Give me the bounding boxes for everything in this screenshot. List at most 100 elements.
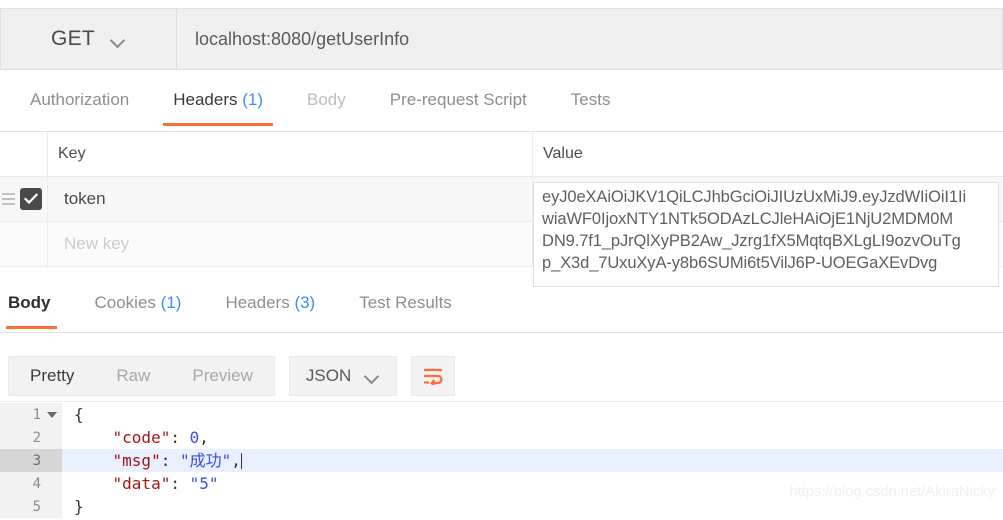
tab-tests[interactable]: Tests: [549, 82, 633, 126]
format-mode-preview[interactable]: Preview: [171, 357, 273, 395]
response-tab-body-label: Body: [8, 293, 51, 312]
response-tab-headers[interactable]: Headers (3): [203, 287, 337, 329]
tab-authorization[interactable]: Authorization: [8, 82, 151, 126]
line-number: 2: [32, 429, 41, 446]
response-tab-test-results-label: Test Results: [359, 293, 452, 312]
new-header-key-input[interactable]: New key: [48, 222, 533, 266]
line-number: 5: [32, 498, 41, 515]
code-token-key: "code": [112, 428, 171, 447]
response-tab-test-results[interactable]: Test Results: [337, 287, 474, 329]
tab-tests-label: Tests: [570, 90, 611, 109]
column-header-key-label: Key: [58, 145, 86, 162]
http-method-selector[interactable]: GET: [0, 8, 177, 70]
code-token: }: [74, 497, 84, 516]
fold-placeholder: [47, 456, 56, 465]
http-method-label: GET: [50, 27, 96, 50]
response-tab-body[interactable]: Body: [0, 287, 73, 329]
line-number: 1: [32, 406, 41, 423]
token-line-3: DN9.7f1_pJrQlXyPB2Aw_Jzrg1fX5MqtqBXLgLI9…: [542, 232, 961, 250]
code-line-content: }: [62, 495, 84, 518]
tab-headers-count: (1): [242, 90, 264, 109]
code-line-content: "code": 0,: [62, 426, 209, 449]
header-value-textarea-popup[interactable]: eyJ0eXAiOiJKV1QiLCJhbGciOiJIUzUxMiJ9.eyJ…: [533, 182, 999, 287]
code-token-comma: ,: [199, 428, 209, 447]
code-token-value: "5": [189, 474, 219, 493]
drag-handle-icon[interactable]: [2, 193, 15, 205]
fold-placeholder: [47, 502, 56, 511]
code-token-comma: ,: [231, 451, 241, 470]
tab-pre-request-script-label: Pre-request Script: [389, 90, 527, 109]
line-number-gutter: 4: [0, 472, 62, 495]
response-format-toolbar: Pretty Raw Preview JSON: [0, 350, 1003, 402]
response-tab-cookies-label: Cookies: [94, 293, 156, 312]
request-tabs: Authorization Headers (1) Body Pre-reque…: [0, 82, 1003, 132]
code-token-colon: :: [170, 474, 190, 493]
header-key-input[interactable]: token: [48, 177, 533, 221]
tab-headers[interactable]: Headers (1): [151, 82, 285, 126]
new-header-key-placeholder: New key: [64, 234, 130, 253]
line-number: 3: [32, 452, 41, 469]
response-tab-headers-count: (3): [294, 293, 316, 312]
code-token-colon: :: [160, 451, 180, 470]
format-mode-raw[interactable]: Raw: [95, 357, 171, 395]
code-token-value: 0: [189, 428, 200, 447]
response-tabs: Body Cookies (1) Headers (3) Test Result…: [0, 287, 1003, 333]
column-header-value: Value: [533, 132, 1003, 177]
token-line-1: eyJ0eXAiOiJKV1QiLCJhbGciOiJIUzUxMiJ9.eyJ…: [542, 188, 967, 206]
word-wrap-toggle[interactable]: [411, 355, 456, 396]
code-line: 3 "msg": "成功",: [0, 449, 1003, 472]
code-token-key: "data": [112, 474, 171, 493]
tab-headers-label: Headers: [173, 90, 238, 109]
code-token-key: "msg": [112, 451, 161, 470]
tab-authorization-label: Authorization: [30, 90, 130, 109]
content-type-selector[interactable]: JSON: [288, 355, 398, 396]
format-mode-group: Pretty Raw Preview: [8, 355, 275, 396]
line-number-gutter: 2: [0, 426, 62, 449]
format-mode-pretty-label: Pretty: [30, 365, 75, 385]
tab-body[interactable]: Body: [285, 82, 368, 126]
format-mode-pretty[interactable]: Pretty: [9, 357, 95, 395]
response-body-code-viewer[interactable]: 1 { 2 "code": 0, 3 "msg": "成功", 4 "data"…: [0, 403, 1003, 520]
fold-placeholder: [47, 433, 56, 442]
format-mode-raw-label: Raw: [116, 365, 151, 385]
postman-window: GET localhost:8080/getUserInfo Authoriza…: [0, 0, 1003, 520]
line-number-gutter: 3: [0, 449, 62, 472]
column-header-key: Key: [48, 131, 533, 177]
text-caret: [240, 453, 242, 469]
format-mode-preview-label: Preview: [192, 365, 253, 385]
code-line-content: {: [62, 403, 84, 426]
code-token: {: [74, 405, 84, 424]
response-tab-cookies-count: (1): [160, 293, 182, 312]
content-type-label: JSON: [305, 365, 352, 385]
column-header-value-label: Value: [543, 145, 583, 162]
token-line-2: wiaWF0IjoxNTY1NTk5ODAzLCJleHAiOjE1NjU2MD…: [542, 210, 954, 228]
row-enabled-checkbox[interactable]: [20, 188, 42, 210]
code-token-value: "成功": [179, 451, 232, 470]
line-number-gutter: 1: [0, 403, 62, 426]
checkmark-icon: [24, 193, 38, 205]
headers-table-gutter: [0, 131, 48, 177]
request-url-bar: GET localhost:8080/getUserInfo: [0, 8, 1003, 70]
headers-table-header: Key Value: [0, 131, 1003, 177]
response-tab-cookies[interactable]: Cookies (1): [73, 287, 204, 329]
response-tab-headers-label: Headers: [225, 293, 290, 312]
code-line-content: "msg": "成功",: [62, 449, 242, 472]
watermark: https://blog.csdn.net/AkiraNicky: [789, 484, 995, 500]
header-key-value: token: [64, 189, 106, 208]
tab-pre-request-script[interactable]: Pre-request Script: [368, 82, 549, 126]
url-value: localhost:8080/getUserInfo: [195, 28, 410, 49]
line-number: 4: [32, 475, 41, 492]
tab-body-label: Body: [307, 90, 346, 109]
chevron-down-icon: [111, 35, 126, 44]
chevron-down-icon: [365, 371, 380, 380]
token-line-4: p_X3d_7UxuXyA-y8b6SUMi6t5VilJ6P-UOEGaXEv…: [542, 254, 938, 272]
code-line: 2 "code": 0,: [0, 426, 1003, 449]
code-token-colon: :: [170, 428, 190, 447]
fold-toggle-icon[interactable]: [47, 410, 57, 419]
line-number-gutter: 5: [0, 495, 62, 518]
url-input[interactable]: localhost:8080/getUserInfo: [177, 8, 1003, 70]
code-line: 1 {: [0, 403, 1003, 426]
fold-placeholder: [47, 479, 56, 488]
